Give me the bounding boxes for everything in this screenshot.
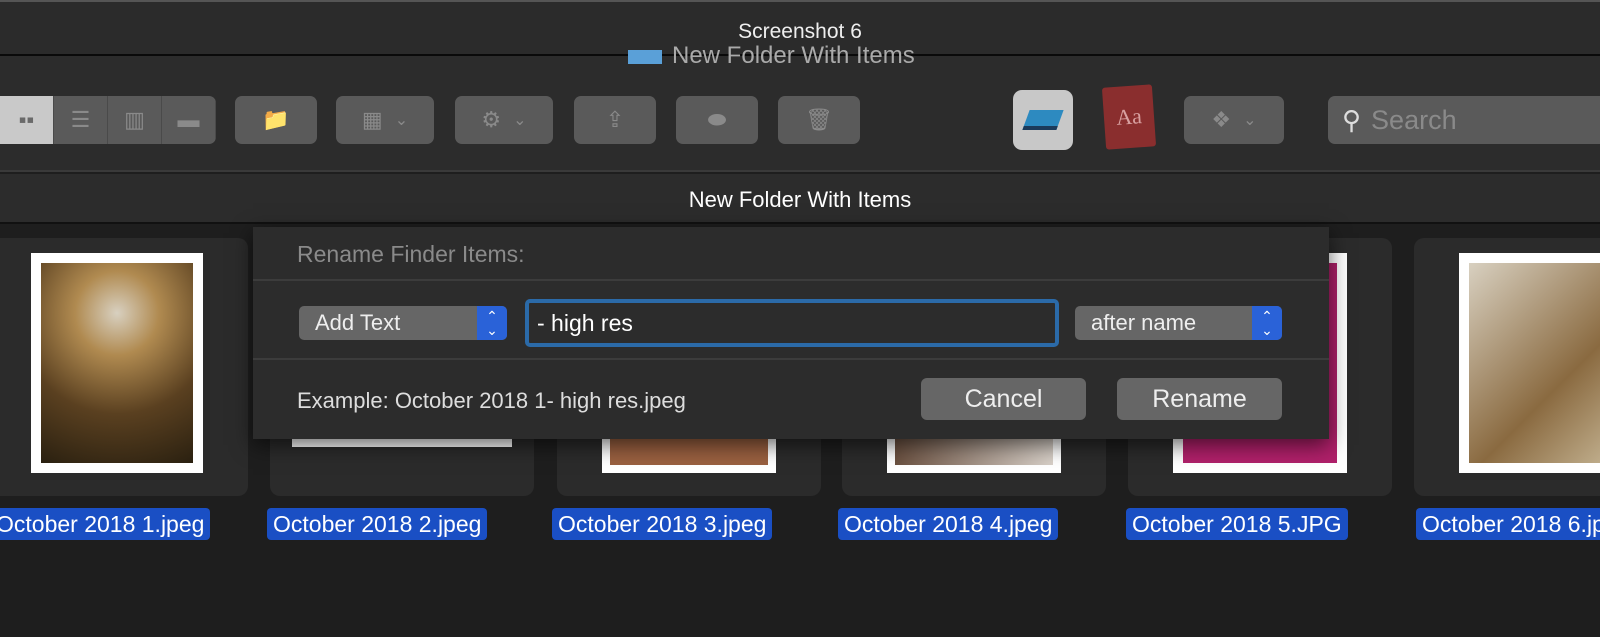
thumbnail [887, 433, 1061, 473]
file-name[interactable]: October 2018 4.jpeg [838, 508, 1059, 540]
path-ghost: New Folder With Items [628, 42, 915, 68]
thumbnail [31, 253, 203, 473]
layers-icon [1022, 110, 1064, 130]
action-button[interactable]: ⚙ ⌄ [455, 96, 553, 144]
search-icon: ⚲ [1342, 104, 1362, 135]
layers-app-button[interactable] [1013, 90, 1073, 150]
folder-plus-icon: 📁 [262, 107, 290, 132]
grid-icon: ▦ [361, 107, 383, 132]
thumbnail [602, 433, 776, 473]
rename-text-input[interactable]: - high res [525, 299, 1059, 347]
chevron-down-icon: ⌄ [394, 112, 409, 129]
cancel-button[interactable]: Cancel [921, 378, 1086, 420]
list-view-button[interactable]: ☰ [54, 96, 108, 144]
dropbox-button[interactable]: ❖ ⌄ [1184, 96, 1284, 144]
position-select[interactable]: after name ⌃ ⌄ [1075, 306, 1282, 340]
file-name[interactable]: October 2018 6.jpeg [1416, 508, 1600, 540]
dictionary-button[interactable]: Aa [1101, 84, 1157, 150]
gear-icon: ⚙ [481, 107, 502, 132]
folder-title: New Folder With Items [688, 187, 912, 212]
divider [253, 358, 1329, 360]
view-mode-control[interactable]: ▪▪ ☰ ▥ ▬ [0, 96, 216, 144]
group-button[interactable]: ▦ ⌄ [336, 96, 434, 144]
rename-dialog: Rename Finder Items: Add Text ⌃ ⌄ - high … [253, 227, 1329, 439]
dialog-title: Rename Finder Items: [297, 241, 525, 267]
column-view-button[interactable]: ▥ [108, 96, 162, 144]
trash-icon: 🗑 [805, 107, 833, 132]
stepper-arrows-icon: ⌃ ⌄ [1252, 306, 1282, 340]
share-button[interactable]: ⇪ [574, 96, 656, 144]
thumbnail [1459, 253, 1600, 473]
new-folder-button[interactable]: 📁 [235, 96, 317, 144]
file-name[interactable]: October 2018 3.jpeg [552, 508, 773, 540]
file-item[interactable] [1414, 238, 1600, 496]
file-name[interactable]: October 2018 1.jpeg [0, 508, 211, 540]
share-icon: ⇪ [605, 107, 625, 132]
toolbar: New Folder With Items ▪▪ ☰ ▥ ▬ 📁 ▦ ⌄ ⚙ ⌄ ⇪… [0, 42, 1600, 172]
tag-icon: ⬬ [707, 107, 727, 132]
rename-button[interactable]: Rename [1117, 378, 1282, 420]
rename-mode-select[interactable]: Add Text ⌃ ⌄ [299, 306, 507, 340]
dropbox-icon: ❖ [1211, 107, 1232, 132]
search-field[interactable]: ⚲ Search [1328, 96, 1600, 144]
icon-view-button[interactable]: ▪▪ [0, 96, 54, 144]
chevron-down-icon: ⌄ [513, 112, 527, 129]
gallery-view-button[interactable]: ▬ [162, 96, 216, 144]
window-title: Screenshot 6 [738, 20, 862, 43]
divider [253, 279, 1329, 281]
file-item[interactable] [0, 238, 248, 496]
dictionary-icon: Aa [1115, 103, 1143, 130]
example-text: Example: October 2018 1- high res.jpeg [297, 388, 686, 413]
path-bar: New Folder With Items [0, 174, 1600, 224]
file-name[interactable]: October 2018 2.jpeg [267, 508, 488, 540]
stepper-arrows-icon: ⌃ ⌄ [477, 306, 507, 340]
chevron-down-icon: ⌄ [1243, 112, 1257, 129]
tag-button[interactable]: ⬬ [676, 96, 758, 144]
file-name[interactable]: October 2018 5.JPG [1126, 508, 1348, 540]
folder-icon [628, 49, 662, 64]
trash-button[interactable]: 🗑 [778, 96, 860, 144]
